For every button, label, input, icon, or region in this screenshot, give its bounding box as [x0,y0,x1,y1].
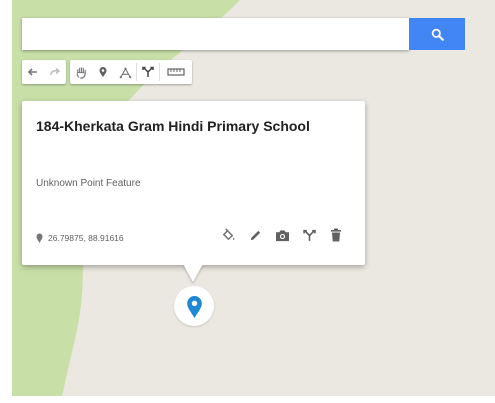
directions-to-button[interactable] [300,226,318,244]
ruler-icon [167,68,185,76]
delete-button[interactable] [327,226,345,244]
search-input[interactable] [22,18,408,48]
feature-type: Unknown Point Feature [36,178,141,189]
redo-icon [50,67,61,76]
add-photo-button[interactable] [273,226,291,244]
info-popup: 184-Kherkata Gram Hindi Primary School U… [22,101,365,265]
marker-icon [99,67,107,77]
directions-icon [302,229,316,241]
search-icon [431,28,444,41]
add-marker-button[interactable] [92,60,114,84]
location-pin-icon [36,233,43,243]
undo-icon [27,68,37,76]
popup-pointer [183,264,203,282]
history-group [22,60,66,84]
draw-line-icon [119,67,131,78]
paint-bucket-icon [222,227,234,240]
tools-group [70,60,192,84]
search-button[interactable] [409,18,465,50]
redo-button[interactable] [44,60,66,84]
delete-icon [331,228,341,242]
coordinates-text: 26.79875, 88.91616 [48,233,124,243]
edit-button[interactable] [246,226,264,244]
measure-button[interactable] [160,60,192,84]
location-marker-icon [186,295,202,318]
edit-icon [250,230,260,240]
directions-button[interactable] [137,60,159,84]
map-toolbar [22,60,196,84]
draw-line-button[interactable] [114,60,136,84]
style-button[interactable] [219,226,237,244]
directions-icon [142,66,154,77]
search-bar[interactable] [22,18,409,50]
map-marker[interactable] [174,286,214,326]
feature-title: 184-Kherkata Gram Hindi Primary School [36,118,310,134]
popup-actions [210,226,345,244]
camera-icon [275,229,289,241]
undo-button[interactable] [22,60,44,84]
hand-icon [76,66,86,79]
pan-tool-button[interactable] [70,60,92,84]
feature-coordinates: 26.79875, 88.91616 [36,233,124,243]
